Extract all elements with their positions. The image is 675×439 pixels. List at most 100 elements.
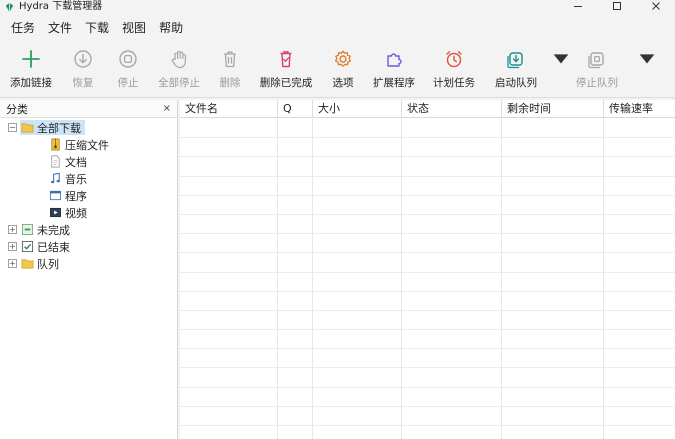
column-filename[interactable]: 文件名 <box>180 100 278 118</box>
queue-stop-icon <box>586 48 608 70</box>
empty-grid-row <box>180 253 675 273</box>
empty-grid-cell <box>502 406 604 425</box>
stop-queue-button[interactable]: 停止队列 <box>562 40 655 96</box>
stop-all-button[interactable]: 全部停止 <box>148 40 210 96</box>
empty-grid-cell <box>180 310 278 330</box>
tree-item-programs[interactable]: 程序 <box>0 187 177 204</box>
queue-start-icon <box>505 48 527 70</box>
folder-icon <box>20 257 34 271</box>
empty-grid-cell <box>604 138 675 156</box>
tree-item-all-downloads[interactable]: − 全部下载 <box>0 119 177 136</box>
empty-grid-row <box>180 157 675 177</box>
empty-grid-cell <box>313 157 402 176</box>
menu-bar: 任务 文件 下载 视图 帮助 <box>0 18 675 38</box>
empty-grid-cell <box>502 119 604 138</box>
empty-grid-cell <box>180 234 278 253</box>
downloads-grid-body[interactable] <box>180 119 675 439</box>
stop-queue-dropdown-icon[interactable] <box>636 47 655 64</box>
categories-title: 分类 <box>6 102 28 116</box>
empty-grid-cell <box>604 426 675 439</box>
empty-grid-cell <box>604 407 675 425</box>
empty-grid-cell <box>313 253 402 272</box>
empty-grid-cell <box>502 195 604 214</box>
tree-item-incomplete[interactable]: + 未完成 <box>0 221 177 238</box>
empty-grid-cell <box>313 291 402 310</box>
trash-icon <box>219 48 241 70</box>
extensions-button[interactable]: 扩展程序 <box>364 40 424 96</box>
empty-grid-cell <box>313 195 402 214</box>
empty-grid-cell <box>278 291 313 310</box>
resume-button[interactable]: 恢复 <box>58 40 108 96</box>
menu-view[interactable]: 视图 <box>117 18 151 38</box>
stop-button[interactable]: 停止 <box>108 40 148 96</box>
empty-grid-cell <box>278 310 313 330</box>
empty-grid-cell <box>313 349 402 368</box>
empty-grid-cell <box>604 196 675 214</box>
empty-grid-cell <box>313 330 402 349</box>
empty-grid-cell <box>502 368 604 387</box>
close-icon[interactable] <box>636 0 675 14</box>
empty-grid-cell <box>402 157 502 176</box>
delete-button[interactable]: 删除 <box>210 40 250 96</box>
expand-icon[interactable]: + <box>8 225 17 234</box>
empty-grid-row <box>180 368 675 388</box>
empty-grid-cell <box>402 310 502 330</box>
toolbar: 添加链接 恢复 停止 全部停止 删除 删除已完成 选项 扩展程序 计划任务 启动… <box>0 40 675 98</box>
start-queue-button[interactable]: 启动队列 <box>484 40 569 96</box>
close-pane-icon[interactable]: × <box>163 103 171 114</box>
start-queue-dropdown-icon[interactable] <box>550 47 569 64</box>
empty-grid-row <box>180 195 675 215</box>
empty-grid-cell <box>180 291 278 310</box>
tree-item-finished[interactable]: + 已结束 <box>0 238 177 255</box>
expand-icon[interactable]: + <box>8 259 17 268</box>
collapse-icon[interactable]: − <box>8 123 17 132</box>
empty-grid-cell <box>402 234 502 253</box>
tree-item-archives[interactable]: 压缩文件 <box>0 136 177 153</box>
expand-icon[interactable]: + <box>8 242 17 251</box>
tree-item-queues[interactable]: + 队列 <box>0 255 177 272</box>
column-time-left[interactable]: 剩余时间 <box>502 100 604 118</box>
tree-item-music[interactable]: 音乐 <box>0 170 177 187</box>
empty-grid-cell <box>402 406 502 425</box>
empty-grid-cell <box>278 138 313 157</box>
menu-download[interactable]: 下载 <box>80 18 114 38</box>
scheduler-button[interactable]: 计划任务 <box>424 40 484 96</box>
empty-grid-cell <box>180 406 278 425</box>
puzzle-icon <box>383 48 405 70</box>
column-status[interactable]: 状态 <box>402 100 502 118</box>
minimize-icon[interactable] <box>558 0 597 14</box>
empty-grid-cell <box>502 253 604 272</box>
empty-grid-cell <box>604 234 675 252</box>
empty-grid-cell <box>313 387 402 406</box>
menu-task[interactable]: 任务 <box>6 18 40 38</box>
tree-item-documents[interactable]: 文档 <box>0 153 177 170</box>
delete-completed-button[interactable]: 删除已完成 <box>250 40 322 96</box>
empty-grid-cell <box>402 138 502 157</box>
empty-grid-cell <box>313 426 402 439</box>
empty-grid-cell <box>402 214 502 234</box>
menu-help[interactable]: 帮助 <box>154 18 188 38</box>
add-link-button[interactable]: 添加链接 <box>4 40 58 96</box>
menu-file[interactable]: 文件 <box>43 18 77 38</box>
empty-grid-row <box>180 426 675 439</box>
empty-grid-cell <box>180 272 278 291</box>
empty-grid-cell <box>278 406 313 425</box>
empty-grid-cell <box>278 234 313 253</box>
categories-header: 分类 × <box>0 100 177 118</box>
program-window-icon <box>48 189 62 203</box>
options-button[interactable]: 选项 <box>322 40 364 96</box>
empty-grid-cell <box>502 291 604 310</box>
maximize-icon[interactable] <box>597 0 636 14</box>
column-queue[interactable]: Q <box>278 100 313 118</box>
column-size[interactable]: 大小 <box>313 100 402 118</box>
empty-grid-row <box>180 330 675 350</box>
empty-grid-cell <box>313 214 402 234</box>
column-transfer-rate[interactable]: 传输速率 <box>604 100 675 118</box>
incomplete-icon <box>20 223 34 237</box>
tree-item-videos[interactable]: 视频 <box>0 204 177 221</box>
checkbox-check-icon <box>20 240 34 254</box>
empty-grid-cell <box>402 368 502 387</box>
empty-grid-cell <box>313 138 402 157</box>
empty-grid-cell <box>278 272 313 291</box>
empty-grid-cell <box>402 387 502 406</box>
